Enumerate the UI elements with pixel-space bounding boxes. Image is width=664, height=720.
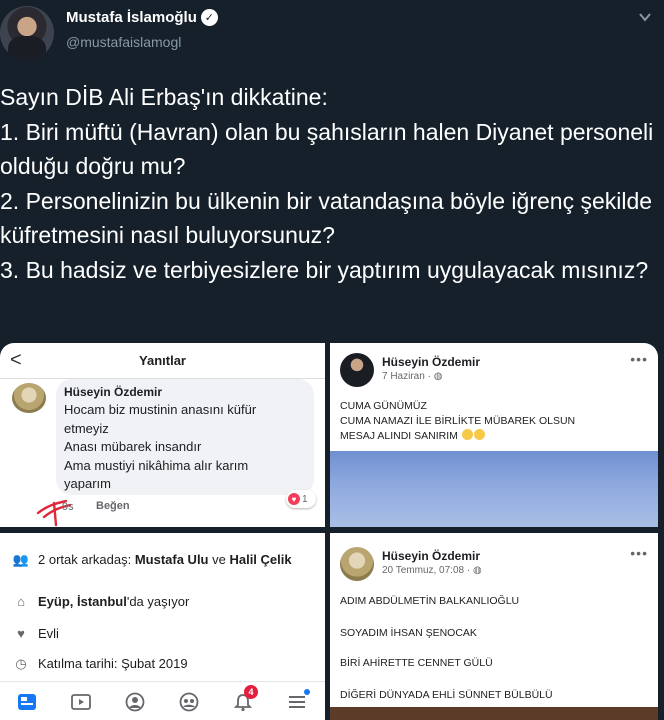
profile-icon — [125, 692, 145, 712]
joined-text: Katılma tarihi: Şubat 2019 — [38, 656, 188, 671]
author-display-name[interactable]: Mustafa İslamoğlu ✓ — [66, 9, 218, 26]
post2-author: Hüseyin Özdemir — [382, 549, 481, 563]
replies-header: < Yanıtlar — [0, 343, 325, 379]
post1-photo — [330, 451, 658, 527]
comment-author: Hüseyin Özdemir — [64, 385, 163, 399]
media-profile-info[interactable]: 👥 2 ortak arkadaş: Mustafa Ulu ve Halil … — [0, 533, 325, 720]
joined-row: ◷ Katılma tarihi: Şubat 2019 — [12, 655, 325, 672]
grin-emoji-icon — [461, 429, 473, 440]
globe-icon: ◍ — [472, 565, 482, 576]
media-post-1[interactable]: Hüseyin Özdemir 7 Haziran · ◍ ••• CUMA G… — [330, 343, 658, 527]
heart-reaction-icon: ♥ — [288, 493, 300, 505]
post1-date-text: 7 Haziran · — [382, 371, 434, 382]
more-options-icon: ••• — [630, 351, 648, 367]
news-feed-icon — [18, 694, 36, 710]
post1-date: 7 Haziran · ◍ — [382, 371, 442, 382]
globe-icon: ◍ — [433, 371, 443, 382]
media-post-2[interactable]: Hüseyin Özdemir 20 Temmuz, 07:08 · ◍ •••… — [330, 533, 658, 720]
comment-bubble: Hüseyin Özdemir Hocam biz mustinin anası… — [56, 379, 314, 495]
clock-icon: ◷ — [15, 656, 27, 671]
chevron-down-icon[interactable] — [638, 10, 652, 24]
heart-icon: ♥ — [17, 626, 25, 641]
relationship-text: Evli — [38, 626, 59, 641]
post1-avatar — [340, 353, 374, 387]
post1-text-content: CUMA GÜNÜMÜZ CUMA NAMAZI İLE BİRLİKTE MÜ… — [340, 400, 576, 442]
tweet-media-grid[interactable]: < Yanıtlar Hüseyin Özdemir Hocam biz mus… — [0, 343, 658, 720]
post1-author: Hüseyin Özdemir — [382, 355, 481, 369]
media-replies-screenshot[interactable]: < Yanıtlar Hüseyin Özdemir Hocam biz mus… — [0, 343, 325, 527]
post2-line-1: ADIM ABDÜLMETİN BALKANLIOĞLU — [340, 595, 520, 607]
grin-emoji-icon — [473, 429, 485, 440]
relationship-row: ♥ Evli — [12, 625, 325, 642]
groups-icon — [179, 692, 199, 712]
location-bold: Eyüp, İstanbul — [38, 594, 127, 609]
post2-avatar — [340, 547, 374, 581]
notification-badge: 4 — [244, 685, 258, 699]
location-suffix: 'da yaşıyor — [126, 594, 190, 609]
verified-badge-icon: ✓ — [200, 9, 218, 26]
tweet-header: Mustafa İslamoğlu ✓ @mustafaislamogl — [0, 0, 664, 70]
mutual-and: ve — [208, 552, 230, 567]
mutual-friends-row: 👥 2 ortak arkadaş: Mustafa Ulu ve Halil … — [12, 551, 325, 568]
post2-date-text: 20 Temmuz, 07:08 · — [382, 565, 473, 576]
display-name-text: Mustafa İslamoğlu — [66, 9, 197, 26]
location-text: Eyüp, İstanbul'da yaşıyor — [38, 593, 325, 610]
bell-icon: 4 — [232, 685, 258, 712]
post2-date: 20 Temmuz, 07:08 · ◍ — [382, 565, 482, 576]
more-options-icon: ••• — [630, 545, 648, 561]
reaction-count: 1 — [302, 493, 308, 505]
author-avatar[interactable] — [0, 6, 54, 60]
replies-title: Yanıtlar — [139, 353, 186, 368]
like-link: Beğen — [96, 500, 130, 512]
comment-text: Hocam biz mustinin anasını küfür etmeyiz… — [64, 402, 257, 491]
facebook-bottom-nav: 4 — [0, 681, 325, 720]
menu-icon — [286, 689, 310, 712]
mutual-friends-text: 2 ortak arkadaş: Mustafa Ulu ve Halil Çe… — [38, 551, 325, 568]
reaction-counter: ♥ 1 — [286, 490, 316, 508]
home-icon: ⌂ — [17, 594, 25, 609]
commenter-avatar — [12, 383, 46, 413]
tweet-text: Sayın DİB Ali Erbaş'ın dikkatine: 1. Bir… — [0, 84, 654, 283]
comment-time: 9s — [62, 501, 74, 513]
friends-icon: 👥 — [12, 552, 30, 567]
post2-line-2: SOYADIM İHSAN ŞENOCAK — [340, 627, 477, 639]
menu-indicator-dot — [304, 689, 310, 695]
mutual-name-2: Halil Çelik — [229, 552, 292, 567]
video-icon — [71, 694, 91, 710]
post2-line-3: BİRİ AHİRETTE CENNET GÜLÜ — [340, 657, 493, 669]
post2-photo — [330, 707, 658, 720]
mutual-prefix: 2 ortak arkadaş: — [38, 552, 135, 567]
post1-text: CUMA GÜNÜMÜZ CUMA NAMAZI İLE BİRLİKTE MÜ… — [340, 399, 575, 444]
author-handle[interactable]: @mustafaislamogl — [66, 34, 181, 50]
post2-line-4: DİĞERİ DÜNYADA EHLİ SÜNNET BÜLBÜLÜ — [340, 689, 553, 701]
mutual-name-1: Mustafa Ulu — [134, 552, 209, 567]
location-row: ⌂ Eyüp, İstanbul'da yaşıyor — [12, 593, 325, 610]
